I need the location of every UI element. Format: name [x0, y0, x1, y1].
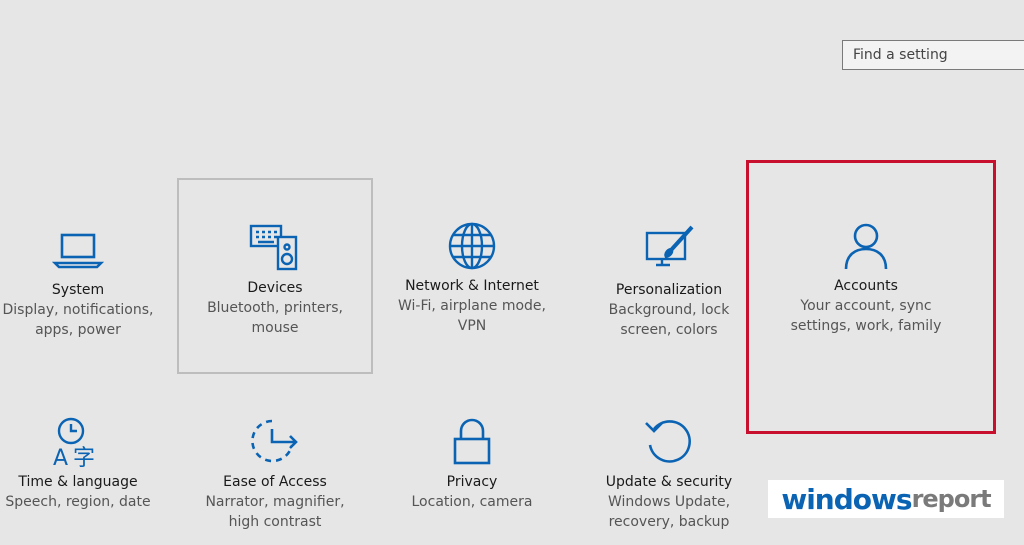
refresh-icon	[641, 414, 697, 470]
tile-desc: Wi-Fi, airplane mode,	[398, 298, 546, 314]
logo-part-windows: windows	[781, 482, 912, 516]
tile-time-language[interactable]: A 字 Time & language Speech, region, date	[0, 414, 156, 512]
tile-desc: apps, power	[35, 322, 121, 338]
lock-icon	[444, 414, 500, 470]
tile-desc: Windows Update,	[607, 494, 731, 510]
tile-desc: Narrator, magnifier,	[205, 494, 345, 510]
tile-title: Devices	[247, 280, 303, 296]
search-placeholder: Find a setting	[853, 47, 948, 63]
windowsreport-logo: windows report	[768, 480, 1004, 518]
tile-desc: Display, notifications,	[2, 302, 154, 318]
laptop-icon	[50, 222, 106, 278]
tile-desc: Location, camera	[411, 494, 533, 510]
tile-desc: Speech, region, date	[5, 494, 151, 510]
tile-desc: Background, lock	[608, 302, 730, 318]
tile-privacy[interactable]: Privacy Location, camera	[400, 414, 544, 512]
ease-of-access-icon	[247, 414, 303, 470]
tile-desc: screen, colors	[620, 322, 718, 338]
tile-devices[interactable]: Devices Bluetooth, printers, mouse	[177, 178, 373, 374]
tile-system[interactable]: System Display, notifications, apps, pow…	[0, 222, 156, 340]
tile-title: Personalization	[615, 282, 723, 298]
accounts-highlight-box	[746, 160, 996, 434]
personalization-icon	[641, 222, 697, 278]
tile-title: Update & security	[605, 474, 733, 490]
svg-text:字: 字	[73, 446, 95, 469]
devices-icon	[247, 220, 303, 276]
tile-title: Time & language	[18, 474, 138, 490]
tile-title: Privacy	[446, 474, 498, 490]
tile-desc: recovery, backup	[608, 514, 730, 530]
svg-text:A: A	[53, 446, 68, 469]
tile-ease-of-access[interactable]: Ease of Access Narrator, magnifier, high…	[198, 414, 352, 532]
tile-desc: mouse	[251, 320, 299, 336]
search-input[interactable]: Find a setting	[842, 40, 1024, 70]
tile-personalization[interactable]: Personalization Background, lock screen,…	[596, 222, 742, 340]
logo-part-report: report	[911, 485, 992, 513]
tile-desc: high contrast	[228, 514, 322, 530]
globe-icon	[444, 218, 500, 274]
tile-update-security[interactable]: Update & security Windows Update, recove…	[596, 414, 742, 532]
tile-network[interactable]: Network & Internet Wi-Fi, airplane mode,…	[390, 218, 554, 336]
tile-title: System	[51, 282, 105, 298]
tile-title: Ease of Access	[223, 474, 327, 490]
tile-title: Network & Internet	[405, 278, 539, 294]
time-language-icon: A 字	[50, 414, 106, 470]
tile-desc: Bluetooth, printers,	[207, 300, 343, 316]
tile-desc: VPN	[457, 318, 487, 334]
